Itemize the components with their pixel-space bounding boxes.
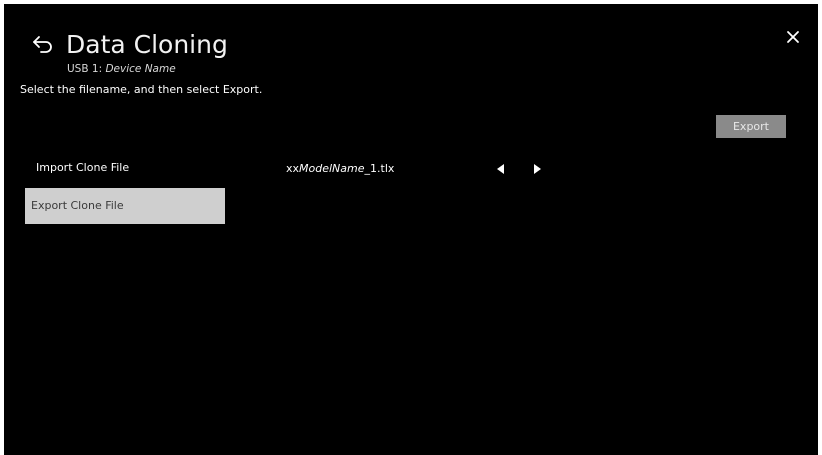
- filename-value: xxModelName_1.tlx: [286, 162, 394, 176]
- filename-prefix: xx: [286, 162, 300, 175]
- usb-device-label: USB 1: Device Name: [67, 62, 176, 76]
- instruction-text: Select the filename, and then select Exp…: [20, 83, 263, 96]
- device-name: Device Name: [105, 63, 176, 75]
- usb-prefix: USB 1:: [67, 63, 106, 75]
- filename-model: ModelName: [299, 162, 365, 175]
- data-cloning-screen: Data Cloning USB 1: Device Name Select t…: [4, 4, 818, 455]
- export-button[interactable]: Export: [716, 115, 786, 138]
- triangle-right-icon[interactable]: [530, 162, 544, 176]
- triangle-left-icon[interactable]: [494, 162, 508, 176]
- menu-item-export-clone-file[interactable]: Export Clone File: [25, 188, 225, 224]
- page-title: Data Cloning: [66, 30, 228, 59]
- close-icon[interactable]: [786, 30, 800, 44]
- back-arrow-icon[interactable]: [32, 34, 54, 54]
- menu-item-import-clone-file[interactable]: Import Clone File: [25, 150, 225, 186]
- filename-suffix: _1.tlx: [364, 162, 395, 175]
